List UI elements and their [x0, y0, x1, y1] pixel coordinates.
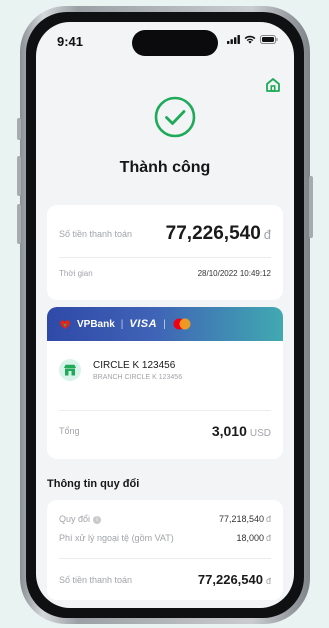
final-label: Số tiền thanh toán: [59, 574, 133, 585]
rate-number: 77,218,540: [218, 514, 264, 524]
fee-row: Phí xử lý ngoại tệ (gồm VAT) 18,000 đ: [59, 533, 271, 543]
rate-value: 77,218,540 đ: [219, 514, 271, 524]
side-button: [309, 176, 313, 238]
time-row: Thời gian 28/10/2022 10:49:12: [59, 269, 271, 278]
rate-label: Quy đổi i: [59, 514, 102, 524]
time-label: Thời gian: [59, 269, 93, 278]
payment-summary-card: Số tiền thanh toán 77,226,540 đ Thời gian…: [47, 205, 283, 300]
merchant-branch: BRANCH CIRCLE K 123456: [93, 374, 183, 381]
screen: 9:41 Thành công Số tiền thanh toán 77,22…: [36, 22, 294, 608]
fee-number: 18,000: [236, 533, 264, 543]
side-button: [17, 118, 21, 140]
fee-value: 18,000 đ: [236, 533, 271, 543]
final-number: 77,226,540: [197, 572, 263, 587]
page-title: Thành công: [119, 159, 211, 176]
bank-name: VPBank: [77, 318, 115, 330]
rate-label-text: Quy đổi: [59, 514, 91, 524]
divider: [59, 257, 271, 258]
total-currency: USD: [249, 428, 271, 439]
final-value: 77,226,540 đ: [198, 572, 271, 587]
merchant-store-icon: [59, 359, 81, 381]
amount-number: 77,226,540: [165, 223, 261, 244]
status-bar: 9:41: [36, 22, 294, 62]
separator: |: [163, 318, 166, 330]
amount-value: 77,226,540 đ: [166, 223, 271, 245]
status-icons: [227, 35, 278, 44]
success-check-icon: [154, 96, 196, 138]
total-value: 3,010 USD: [212, 423, 271, 439]
merchant-name: CIRCLE K 123456: [93, 360, 176, 371]
phone-frame: 9:41 Thành công Số tiền thanh toán 77,22…: [17, 6, 313, 624]
status-time: 9:41: [57, 34, 84, 49]
fee-currency: đ: [265, 533, 271, 543]
rate-row: Quy đổi i 77,218,540 đ: [59, 514, 271, 524]
total-label: Tổng: [59, 426, 80, 436]
separator: |: [120, 318, 124, 330]
side-button: [17, 156, 21, 196]
vpbank-logo-icon: [60, 319, 70, 329]
time-value: 28/10/2022 10:49:12: [197, 269, 271, 278]
mastercard-icon: [173, 318, 191, 330]
amount-currency: đ: [263, 227, 271, 242]
conversion-section-title: Thông tin quy đổi: [47, 478, 140, 490]
card-details-card: VPBank | VISA | CIRCLE K 123456 BRANCH C…: [47, 307, 283, 459]
total-row: Tổng 3,010 USD: [59, 423, 271, 439]
divider: [59, 558, 271, 559]
signal-icon: [227, 35, 240, 44]
conversion-card: Quy đổi i 77,218,540 đ Phí xử lý ngoại tệ …: [47, 500, 283, 600]
total-number: 3,010: [211, 423, 247, 439]
fee-label: Phí xử lý ngoại tệ (gồm VAT): [59, 533, 174, 543]
amount-label: Số tiền thanh toán: [59, 229, 133, 239]
dynamic-island: [132, 30, 218, 56]
wifi-icon: [244, 35, 256, 44]
phone-bezel: 9:41 Thành công Số tiền thanh toán 77,22…: [26, 12, 304, 618]
side-button: [17, 204, 21, 244]
final-row: Số tiền thanh toán 77,226,540 đ: [59, 572, 271, 587]
divider: [59, 410, 271, 411]
card-network: VISA: [129, 318, 158, 330]
rate-currency: đ: [265, 514, 271, 524]
battery-icon: [260, 35, 278, 44]
home-icon[interactable]: [264, 76, 282, 94]
info-icon[interactable]: i: [93, 516, 102, 524]
bank-card-bar: VPBank | VISA |: [47, 307, 283, 341]
final-currency: đ: [265, 576, 271, 586]
amount-row: Số tiền thanh toán 77,226,540 đ: [59, 223, 271, 245]
